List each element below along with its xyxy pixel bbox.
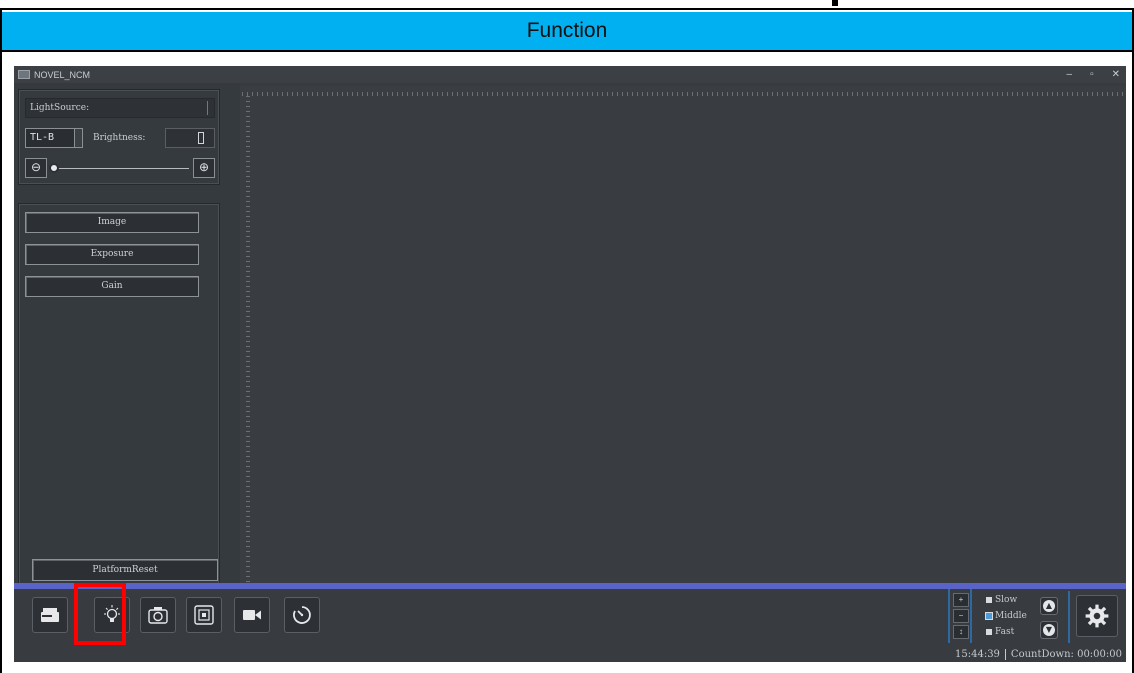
text-caret: [198, 132, 204, 144]
clock-time: 15:44:39: [955, 649, 1000, 660]
app-window: NOVEL_NCM – ▫ ✕ LightSource: TL-B Bright…: [14, 66, 1126, 662]
brightness-input[interactable]: [165, 128, 215, 148]
zoom-out-icon[interactable]: −: [953, 609, 969, 623]
camera-settings-panel: Image Exposure Gain: [18, 203, 220, 613]
minimize-icon[interactable]: –: [1067, 69, 1073, 80]
light-source-select[interactable]: TL-B: [25, 128, 83, 148]
dropdown-arrow-icon[interactable]: [74, 129, 82, 147]
section-header: Function: [2, 12, 1132, 52]
speed-option-middle[interactable]: Middle: [985, 611, 1027, 621]
image-button[interactable]: Image: [25, 212, 199, 233]
stage-button[interactable]: [32, 597, 68, 633]
chevron-up-icon: ▲: [1043, 600, 1055, 612]
radio-slow[interactable]: [986, 597, 992, 603]
timer-button[interactable]: [284, 597, 320, 633]
image-view-canvas[interactable]: [250, 96, 1126, 583]
autofocus-icon: [194, 605, 214, 625]
brightness-decrease-button[interactable]: ⊖: [25, 158, 47, 178]
light-source-panel: LightSource: TL-B Brightness: ⊖ ⊕: [18, 89, 220, 185]
chevron-down-icon: ▼: [1043, 624, 1055, 636]
speed-controls: Slow Middle Fast ▲ ▼: [980, 591, 1070, 643]
speed-option-fast[interactable]: Fast: [986, 627, 1014, 637]
speed-option-label: Slow: [995, 595, 1018, 605]
brightness-slider-handle[interactable]: [49, 163, 59, 173]
page-top-rule: [0, 0, 1134, 10]
close-icon[interactable]: ✕: [1112, 69, 1120, 80]
gear-icon: [1085, 604, 1109, 628]
platform-reset-button[interactable]: PlatformReset: [32, 559, 218, 581]
status-bar: 15:44:39 CountDown: 00:00:00: [955, 649, 1122, 660]
speed-up-button[interactable]: ▲: [1040, 597, 1058, 615]
window-title: NOVEL_NCM: [34, 69, 91, 80]
bottom-toolbar: + − ↕ Slow Middle Fast ▲ ▼ 15:44:39 Coun…: [14, 589, 1126, 662]
speed-option-label: Fast: [995, 627, 1015, 637]
exposure-button[interactable]: Exposure: [25, 244, 199, 265]
settings-button[interactable]: [1076, 595, 1118, 637]
autofocus-button[interactable]: [186, 597, 222, 633]
zoom-controls: + − ↕: [948, 589, 972, 643]
light-source-header: LightSource:: [25, 98, 215, 118]
brightness-slider-track[interactable]: [53, 168, 189, 169]
light-source-value: TL-B: [30, 132, 55, 143]
zoom-in-icon[interactable]: +: [953, 593, 969, 607]
speed-option-slow[interactable]: Slow: [986, 595, 1017, 605]
highlight-box: [74, 583, 126, 645]
zoom-fit-icon[interactable]: ↕: [953, 625, 969, 639]
page-top-mark: [832, 0, 838, 6]
brightness-label: Brightness:: [93, 133, 146, 143]
radio-middle[interactable]: [985, 612, 993, 620]
title-bar: NOVEL_NCM – ▫ ✕: [14, 66, 1126, 83]
gain-button[interactable]: Gain: [25, 276, 199, 297]
countdown-text: CountDown: 00:00:00: [1010, 649, 1122, 660]
vertical-ruler: [240, 96, 250, 583]
header-separator: [207, 101, 208, 115]
status-divider: [1004, 649, 1006, 660]
speed-option-label: Middle: [995, 611, 1027, 621]
window-controls: – ▫ ✕: [1067, 66, 1121, 83]
video-camera-icon: [243, 610, 261, 620]
radio-fast[interactable]: [986, 629, 992, 635]
record-video-button[interactable]: [234, 597, 270, 633]
capture-button[interactable]: [140, 597, 176, 633]
left-panel: LightSource: TL-B Brightness: ⊖ ⊕ Image …: [14, 83, 240, 613]
horizontal-ruler: [242, 86, 1126, 96]
stage-icon: [41, 608, 59, 622]
maximize-icon[interactable]: ▫: [1090, 69, 1094, 80]
brightness-increase-button[interactable]: ⊕: [193, 158, 215, 178]
timer-icon: [293, 606, 311, 624]
light-source-label: LightSource:: [30, 103, 90, 113]
speed-down-button[interactable]: ▼: [1040, 621, 1058, 639]
camera-icon: [148, 607, 168, 624]
app-icon: [18, 70, 30, 79]
